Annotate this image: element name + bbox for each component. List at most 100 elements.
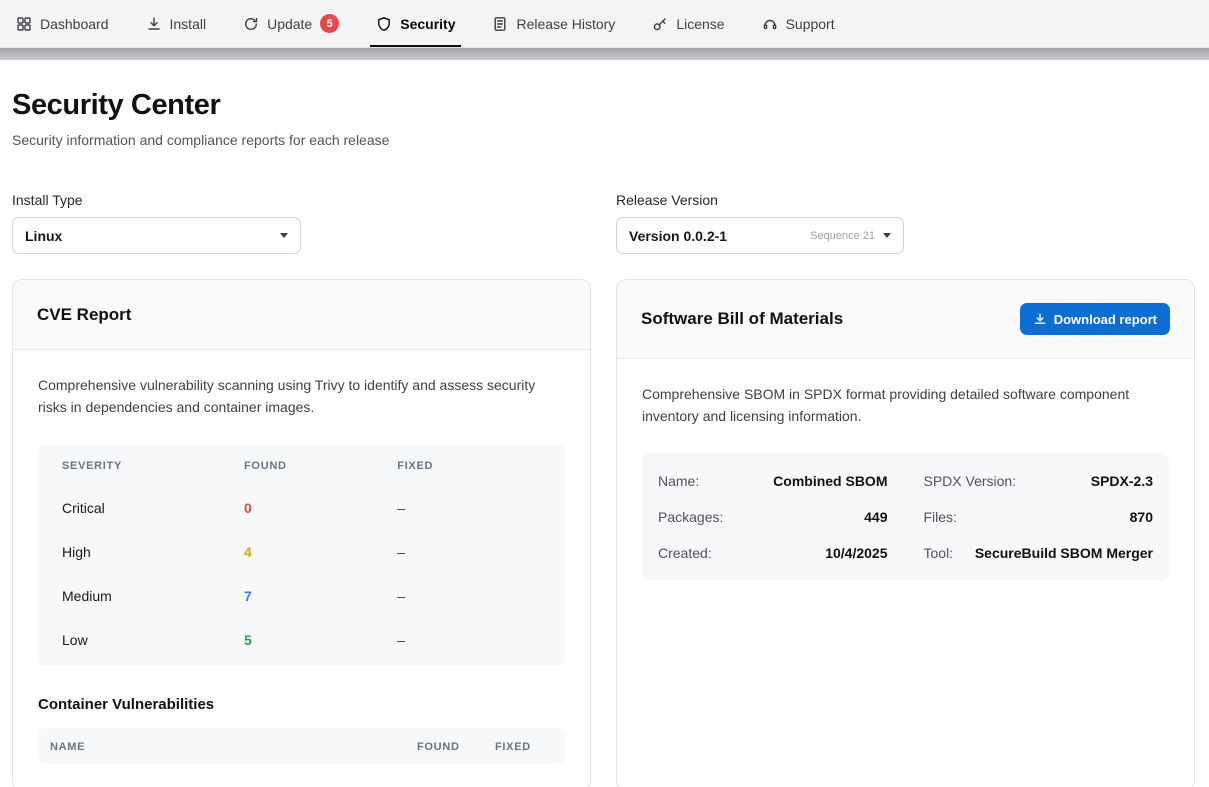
install-type-filter: Install Type Linux bbox=[12, 192, 591, 254]
detail-label: Files: bbox=[924, 509, 957, 525]
cve-report-title: CVE Report bbox=[37, 305, 131, 325]
detail-value: SPDX-2.3 bbox=[1091, 473, 1153, 489]
nav-item-release-history[interactable]: Release History bbox=[492, 0, 615, 47]
sbom-title: Software Bill of Materials bbox=[641, 309, 843, 329]
severity-table-header: SEVERITY FOUND FIXED bbox=[38, 446, 565, 486]
sbom-detail-created: Created: 10/4/2025 bbox=[658, 535, 888, 571]
sbom-details: Name: Combined SBOM SPDX Version: SPDX-2… bbox=[642, 453, 1169, 581]
sbom-detail-name: Name: Combined SBOM bbox=[658, 463, 888, 499]
dashboard-icon bbox=[16, 16, 32, 32]
severity-row-critical: Critical 0 – bbox=[38, 486, 565, 530]
severity-name: Medium bbox=[62, 588, 244, 604]
nav-item-license[interactable]: License bbox=[652, 0, 724, 47]
update-icon bbox=[243, 16, 259, 32]
release-version-select[interactable]: Version 0.0.2-1 Sequence 21 bbox=[616, 217, 904, 254]
nav-label-install: Install bbox=[170, 16, 207, 32]
download-icon bbox=[1033, 312, 1047, 326]
nav-item-support[interactable]: Support bbox=[762, 0, 835, 47]
nav-item-update[interactable]: Update 5 bbox=[243, 0, 339, 47]
detail-value: Combined SBOM bbox=[773, 473, 887, 489]
nav-label-license: License bbox=[676, 16, 724, 32]
shield-icon bbox=[376, 16, 392, 32]
severity-fixed-count: – bbox=[397, 500, 541, 516]
cards-row: CVE Report Comprehensive vulnerability s… bbox=[12, 279, 1195, 787]
col-fixed: FIXED bbox=[495, 741, 553, 753]
release-version-filter: Release Version Version 0.0.2-1 Sequence… bbox=[616, 192, 1195, 254]
nav-item-dashboard[interactable]: Dashboard bbox=[16, 0, 109, 47]
sbom-body: Comprehensive SBOM in SPDX format provid… bbox=[617, 359, 1194, 606]
top-navigation: Dashboard Install Update 5 bbox=[0, 0, 1209, 48]
nav-item-install[interactable]: Install bbox=[146, 0, 207, 47]
detail-label: SPDX Version: bbox=[924, 473, 1017, 489]
cve-report-card: CVE Report Comprehensive vulnerability s… bbox=[12, 279, 591, 787]
sequence-text: Sequence 21 bbox=[810, 230, 875, 242]
sbom-card: Software Bill of Materials Download repo… bbox=[616, 279, 1195, 787]
install-type-label: Install Type bbox=[12, 192, 591, 208]
severity-row-high: High 4 – bbox=[38, 530, 565, 574]
key-icon bbox=[652, 16, 668, 32]
detail-label: Created: bbox=[658, 545, 712, 561]
detail-label: Packages: bbox=[658, 509, 723, 525]
document-icon bbox=[492, 16, 508, 32]
col-severity: SEVERITY bbox=[62, 460, 244, 472]
chevron-down-icon bbox=[280, 233, 288, 238]
detail-label: Tool: bbox=[924, 545, 954, 561]
update-count-badge: 5 bbox=[320, 14, 339, 33]
sbom-detail-spdx-version: SPDX Version: SPDX-2.3 bbox=[924, 463, 1154, 499]
sbom-header: Software Bill of Materials Download repo… bbox=[617, 280, 1194, 359]
install-icon bbox=[146, 16, 162, 32]
detail-value: 449 bbox=[864, 509, 887, 525]
nav-label-dashboard: Dashboard bbox=[40, 16, 109, 32]
container-vulnerabilities-title: Container Vulnerabilities bbox=[38, 696, 565, 713]
severity-fixed-count: – bbox=[397, 632, 541, 648]
severity-row-low: Low 5 – bbox=[38, 618, 565, 662]
filters-row: Install Type Linux Release Version Versi… bbox=[12, 192, 1195, 254]
download-report-label: Download report bbox=[1054, 312, 1157, 327]
nav-item-security[interactable]: Security bbox=[376, 0, 455, 47]
severity-found-count: 7 bbox=[244, 588, 397, 604]
col-fixed: FIXED bbox=[397, 460, 541, 472]
detail-value: 870 bbox=[1130, 509, 1153, 525]
severity-name: Low bbox=[62, 632, 244, 648]
detail-label: Name: bbox=[658, 473, 699, 489]
sbom-details-row: Name: Combined SBOM SPDX Version: SPDX-2… bbox=[658, 463, 1153, 499]
severity-found-count: 4 bbox=[244, 544, 397, 560]
sbom-detail-tool: Tool: SecureBuild SBOM Merger bbox=[924, 535, 1154, 571]
severity-found-count: 0 bbox=[244, 500, 397, 516]
support-headset-icon bbox=[762, 16, 778, 32]
cve-report-body: Comprehensive vulnerability scanning usi… bbox=[13, 350, 590, 787]
col-found: FOUND bbox=[417, 741, 495, 753]
install-type-value: Linux bbox=[25, 228, 62, 244]
col-found: FOUND bbox=[244, 460, 397, 472]
severity-table: SEVERITY FOUND FIXED Critical 0 – High 4 bbox=[38, 444, 565, 666]
nav-label-security: Security bbox=[400, 16, 455, 32]
sbom-detail-files: Files: 870 bbox=[924, 499, 1154, 535]
release-version-label: Release Version bbox=[616, 192, 1195, 208]
page-title: Security Center bbox=[12, 89, 1195, 122]
severity-name: Critical bbox=[62, 500, 244, 516]
app-window: Dashboard Install Update 5 bbox=[0, 0, 1209, 787]
severity-fixed-count: – bbox=[397, 588, 541, 604]
divider-band bbox=[0, 48, 1209, 60]
severity-name: High bbox=[62, 544, 244, 560]
sbom-detail-packages: Packages: 449 bbox=[658, 499, 888, 535]
sbom-details-row: Packages: 449 Files: 870 bbox=[658, 499, 1153, 535]
detail-value: 10/4/2025 bbox=[825, 545, 887, 561]
container-vulnerabilities-header: NAME FOUND FIXED bbox=[38, 728, 565, 765]
page-subtitle: Security information and compliance repo… bbox=[12, 132, 1195, 148]
download-report-button[interactable]: Download report bbox=[1020, 303, 1170, 335]
cve-report-description: Comprehensive vulnerability scanning usi… bbox=[38, 375, 558, 418]
nav-label-support: Support bbox=[786, 16, 835, 32]
cve-report-header: CVE Report bbox=[13, 280, 590, 350]
chevron-down-icon bbox=[883, 233, 891, 238]
severity-fixed-count: – bbox=[397, 544, 541, 560]
severity-row-medium: Medium 7 – bbox=[38, 574, 565, 618]
release-version-value: Version 0.0.2-1 bbox=[629, 228, 727, 244]
sbom-description: Comprehensive SBOM in SPDX format provid… bbox=[642, 384, 1162, 427]
nav-label-update: Update bbox=[267, 16, 312, 32]
nav-label-release-history: Release History bbox=[516, 16, 615, 32]
install-type-select[interactable]: Linux bbox=[12, 217, 301, 254]
sbom-details-row: Created: 10/4/2025 Tool: SecureBuild SBO… bbox=[658, 535, 1153, 571]
col-name: NAME bbox=[50, 741, 417, 753]
main-content: Security Center Security information and… bbox=[0, 60, 1209, 787]
